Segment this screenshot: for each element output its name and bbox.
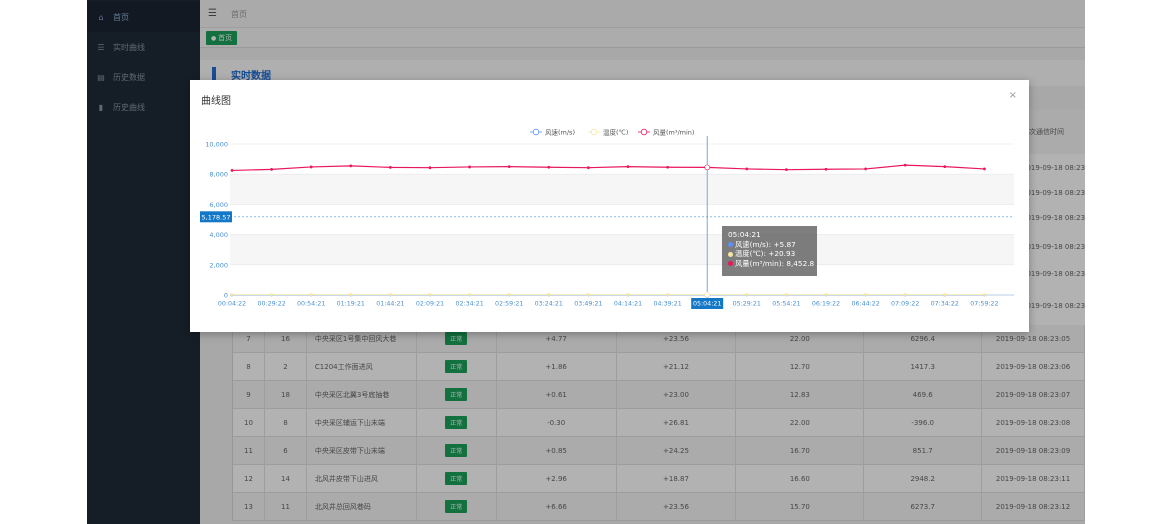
x-tick-label: 02:34:21: [455, 301, 483, 308]
x-tick-label: 07:59:22: [970, 301, 998, 308]
grid-band: [230, 234, 1014, 265]
data-point: [983, 293, 986, 297]
y-tick-label: 10,000: [205, 141, 228, 149]
legend-marker: [640, 128, 648, 136]
data-point: [349, 293, 353, 297]
x-tick-label: 05:04:21: [693, 301, 721, 308]
line-chart: 0 2,000 4,000 6,000 8,000 10,000 00:04:22 00:29…: [200, 127, 1014, 309]
data-point: [626, 293, 630, 297]
x-tick-label: 06:44:22: [851, 301, 879, 308]
data-point: [745, 293, 749, 297]
data-point: [270, 293, 274, 297]
series-dot-icon: [728, 261, 733, 266]
data-point: [864, 167, 868, 171]
x-tick-label: 06:19:22: [812, 301, 840, 308]
data-point: [309, 293, 313, 297]
x-tick-label: 03:24:21: [535, 301, 563, 308]
tooltip-speed: 风速(m/s): +5.87: [735, 239, 796, 249]
data-point: [626, 165, 630, 169]
data-point: [586, 166, 590, 170]
data-point: [943, 293, 947, 297]
x-tick-label: 01:19:21: [337, 301, 365, 308]
data-point: [903, 293, 907, 297]
legend-label: 风量(m³/min): [653, 128, 694, 136]
data-point: [507, 293, 511, 297]
data-point: [388, 293, 392, 297]
tooltip-temp: 温度(℃): +20.93: [735, 249, 796, 258]
data-point: [388, 166, 392, 169]
series-line: [231, 164, 985, 172]
x-tick-label: 04:14:21: [614, 301, 642, 308]
data-point: [785, 168, 788, 172]
x-tick-label: 00:04:22: [218, 301, 246, 308]
x-tick-label: 01:44:21: [376, 301, 404, 308]
y-crosshair-label: 5,178.57: [202, 213, 231, 221]
data-point: [983, 167, 986, 171]
data-point: [666, 293, 670, 297]
y-tick-label: 4,000: [209, 231, 228, 239]
legend-label: 温度(℃): [603, 127, 628, 136]
data-point: [745, 167, 749, 171]
data-point: [547, 165, 551, 169]
x-tick-label: 07:34:22: [931, 301, 959, 308]
data-point: [586, 293, 590, 297]
data-point: [704, 164, 711, 171]
legend-marker: [590, 128, 598, 136]
series-dot-icon: [728, 251, 733, 257]
data-point: [349, 164, 353, 168]
data-point: [785, 293, 788, 297]
y-tick-label: 2,000: [209, 261, 228, 269]
data-point: [507, 165, 511, 169]
data-point: [704, 291, 711, 298]
tooltip-time: 05:04:21: [728, 230, 761, 239]
x-tick-label: 02:59:21: [495, 301, 523, 308]
legend-marker: [532, 128, 540, 136]
series-dot-icon: [728, 242, 733, 247]
data-point: [666, 165, 670, 169]
data-point: [468, 293, 472, 297]
x-tick-label: 00:29:22: [257, 301, 285, 308]
data-point: [824, 167, 828, 171]
data-point: [428, 166, 432, 170]
data-point: [309, 165, 313, 169]
data-point: [547, 293, 551, 297]
data-point: [468, 165, 472, 169]
data-point: [943, 165, 947, 169]
data-point: [864, 293, 868, 297]
data-point: [903, 163, 907, 167]
chart-tooltip: 05:04:21 风速(m/s): +5.87 温度(℃): +20.93 风量…: [722, 226, 817, 276]
x-tick-label: 00:54:21: [297, 301, 325, 308]
tooltip-volume: 风量(m³/min): 8,452.8: [735, 258, 815, 268]
x-tick-label: 03:49:21: [574, 301, 602, 308]
x-tick-label: 05:29:21: [733, 301, 761, 308]
y-tick-label: 0: [224, 292, 228, 300]
data-point: [230, 169, 234, 172]
grid-band: [230, 174, 1014, 205]
chart-modal: 曲线图 × 0 2,000 4,000 6,000 8,000 10,000 00:04:2…: [190, 80, 1029, 332]
data-point: [230, 293, 234, 297]
data-point: [824, 293, 828, 297]
x-tick-label: 04:39:21: [653, 301, 681, 308]
data-point: [270, 167, 274, 171]
x-tick-label: 02:09:21: [416, 301, 444, 308]
data-point: [428, 293, 432, 297]
x-tick-label: 07:09:22: [891, 301, 919, 308]
y-tick-label: 6,000: [209, 201, 228, 209]
y-tick-label: 8,000: [209, 171, 228, 179]
x-tick-label: 05:54:21: [772, 301, 800, 308]
legend-label: 风速(m/s): [545, 128, 575, 136]
